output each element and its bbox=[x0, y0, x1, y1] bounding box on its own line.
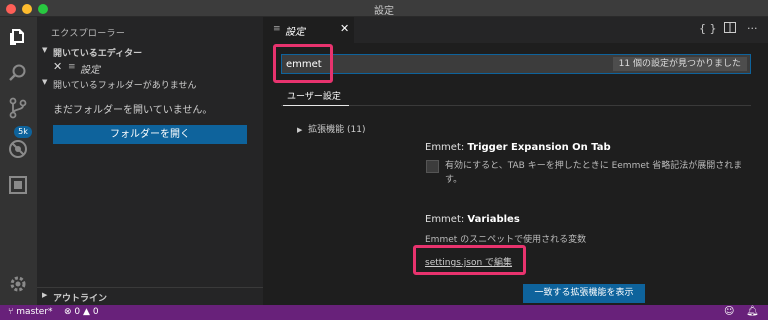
show-matching-extensions-button[interactable]: 一致する拡張機能を表示 bbox=[523, 284, 645, 303]
open-editor-label: 設定 bbox=[80, 65, 100, 76]
setting-title-variables: Emmet: Variables bbox=[425, 214, 520, 225]
warning-icon: ▲ bbox=[83, 307, 90, 317]
branch-indicator[interactable]: ⑂ master* bbox=[8, 307, 53, 317]
gear-icon[interactable] bbox=[7, 273, 29, 295]
error-icon: ⊗ bbox=[64, 307, 72, 317]
open-folder-button[interactable]: フォルダーを開く bbox=[53, 125, 247, 144]
search-icon[interactable] bbox=[7, 62, 29, 84]
tab-divider bbox=[281, 105, 751, 106]
window-title: 設定 bbox=[374, 6, 394, 17]
branch-icon: ⑂ bbox=[8, 307, 14, 317]
close-icon[interactable]: ✕ bbox=[340, 22, 349, 35]
setting-description: 有効にすると、TAB キーを押したときに Eemmet 省略記法が展開されます。 bbox=[445, 161, 743, 185]
editor-area: ≡ 設定 ✕ { } ··· 11 個の設定が見つかりました ユーザー設定 ▶ … bbox=[263, 17, 768, 305]
sidebar-title: エクスプローラー bbox=[51, 29, 126, 39]
source-control-icon[interactable] bbox=[7, 97, 29, 119]
open-editor-item[interactable]: ✕ ≡ 設定 bbox=[37, 60, 263, 76]
no-folder-header[interactable]: ▼ 開いているフォルダーがありません bbox=[37, 77, 263, 91]
open-settings-json-button[interactable]: { } bbox=[699, 22, 717, 35]
search-highlight-annotation bbox=[273, 44, 333, 83]
tab-settings[interactable]: ≡ 設定 ✕ bbox=[263, 17, 354, 43]
trigger-expansion-checkbox[interactable] bbox=[426, 160, 439, 173]
files-icon[interactable] bbox=[7, 26, 29, 48]
scrollbar[interactable] bbox=[757, 87, 765, 305]
notifications-icon[interactable]: 🔔︎ bbox=[746, 306, 759, 317]
extensions-group-label: 拡張機能 (11) bbox=[308, 125, 366, 135]
status-bar: ⑂ master* ⊗ 0 ▲ 0 ☺ 🔔︎ bbox=[0, 305, 768, 320]
no-folder-message: まだフォルダーを開いていません。 bbox=[53, 105, 213, 116]
problems-indicator[interactable]: ⊗ 0 ▲ 0 bbox=[64, 307, 99, 317]
link-highlight-annotation bbox=[413, 245, 526, 275]
more-actions-icon[interactable]: ··· bbox=[747, 22, 758, 35]
settings-search-box: 11 個の設定が見つかりました bbox=[281, 54, 751, 74]
debug-icon[interactable] bbox=[7, 138, 29, 160]
chevron-down-icon: ▼ bbox=[42, 78, 48, 86]
feedback-icon[interactable]: ☺ bbox=[724, 306, 734, 317]
title-bar: 設定 bbox=[0, 0, 768, 17]
tab-user-settings[interactable]: ユーザー設定 bbox=[287, 89, 341, 102]
outline-section[interactable]: ▶ アウトライン bbox=[37, 287, 263, 304]
setting-description: Emmet のスニペットで使用される変数 bbox=[425, 235, 587, 245]
result-count-badge: 11 個の設定が見つかりました bbox=[612, 57, 747, 71]
chevron-down-icon: ▼ bbox=[42, 46, 48, 54]
activity-bar: 5k bbox=[0, 17, 37, 305]
chevron-right-icon: ▶ bbox=[42, 291, 48, 299]
scm-badge: 5k bbox=[14, 126, 32, 138]
open-editors-header[interactable]: ▼ 開いているエディター bbox=[37, 45, 263, 59]
tab-bar: ≡ 設定 ✕ { } ··· bbox=[263, 17, 768, 43]
active-tab-indicator bbox=[283, 105, 349, 106]
outline-header: アウトライン bbox=[53, 294, 108, 304]
chevron-right-icon: ▶ bbox=[297, 126, 303, 134]
settings-file-icon: ≡ bbox=[273, 24, 281, 34]
extensions-group-toggle[interactable]: ▶ 拡張機能 (11) bbox=[297, 122, 365, 135]
close-icon[interactable]: ✕ bbox=[53, 60, 62, 73]
split-editor-icon[interactable] bbox=[724, 22, 736, 36]
setting-title-trigger-expansion: Emmet: Trigger Expansion On Tab bbox=[425, 142, 611, 153]
settings-file-icon: ≡ bbox=[68, 62, 76, 72]
explorer-sidebar: エクスプローラー ▼ 開いているエディター ✕ ≡ 設定 ▼ 開いているフォルダ… bbox=[37, 17, 263, 305]
extensions-icon[interactable] bbox=[7, 174, 29, 196]
tab-label: 設定 bbox=[285, 27, 305, 38]
